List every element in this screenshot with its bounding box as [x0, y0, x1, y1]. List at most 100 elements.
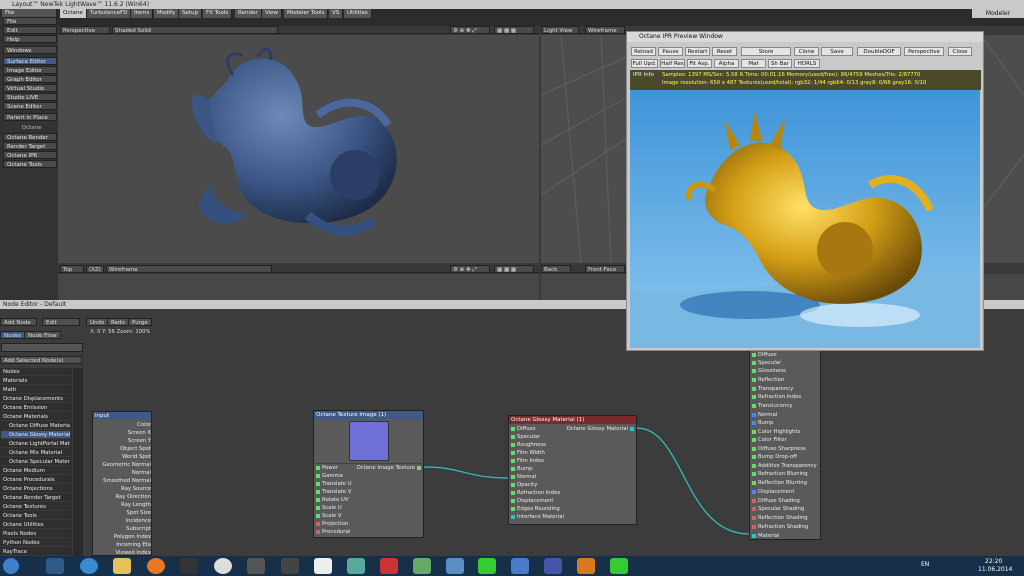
surface-editor-button[interactable]: Surface Editor	[3, 57, 57, 65]
half-res-button[interactable]: Half Res	[660, 59, 685, 68]
material-update-button[interactable]: Mat Upd	[741, 59, 766, 76]
lightwave-icon[interactable]	[544, 558, 562, 574]
tree-item[interactable]: Octane Glossy Material	[1, 431, 70, 439]
port-diffuse-shading[interactable]: Diffuse Shading	[750, 497, 800, 505]
tree-item[interactable]: Octane Projections	[1, 485, 70, 493]
tree-item[interactable]: Octane Specular Material	[1, 458, 70, 466]
app-icon[interactable]	[446, 558, 464, 574]
tree-item[interactable]: Pixels Nodes	[1, 530, 70, 538]
port-color-filter[interactable]: Color Filter	[750, 436, 787, 444]
reset-button[interactable]: Reset	[712, 47, 737, 56]
store-dropdown[interactable]: Store	[741, 47, 791, 56]
studio-live-button[interactable]: Studio LIVE	[3, 93, 57, 101]
octane-texture-image-node[interactable]: Octane Texture Image (1) Octane Image Te…	[313, 410, 424, 538]
tree-item[interactable]: Octane Render Target	[1, 494, 70, 502]
port-refraction-shading[interactable]: Refraction Shading	[750, 523, 808, 531]
port-scale-u[interactable]: Scale U	[314, 504, 342, 512]
menu-tab-view[interactable]: View	[262, 9, 283, 18]
port-label[interactable]: Screen Y	[128, 437, 151, 445]
clock-date[interactable]: 11.06.2014	[978, 566, 1012, 573]
dof-dropdown[interactable]: DoubleDOF	[857, 47, 901, 56]
shader-bar-button[interactable]: Sh Bar	[768, 59, 792, 68]
parent-in-place-button[interactable]: Parent in Place	[3, 113, 57, 121]
port-procedural[interactable]: Procedural	[314, 528, 350, 536]
redo-button[interactable]: Redo	[107, 318, 129, 326]
save-dropdown[interactable]: Save	[821, 47, 853, 56]
tree-item[interactable]: Octane Textures	[1, 503, 70, 511]
port-power[interactable]: Power	[314, 464, 338, 472]
octane-glossy-material-node[interactable]: Octane Glossy Material (1) Octane Glossy…	[508, 415, 637, 525]
add-node-dropdown[interactable]: Add Node	[0, 318, 37, 326]
port-bump[interactable]: Bump	[750, 419, 774, 427]
port-film-index[interactable]: Film Index	[509, 457, 544, 465]
menu-tab-setup[interactable]: Setup	[179, 9, 203, 18]
clock-time[interactable]: 22:20	[985, 558, 1002, 565]
port-color-highlights[interactable]: Color Highlights	[750, 428, 800, 436]
port-label[interactable]: Geometric Normal	[102, 461, 151, 469]
port-glossiness[interactable]: Glossiness	[750, 367, 786, 375]
port-reflection[interactable]: Reflection	[750, 376, 784, 384]
input-node[interactable]: Input Color Screen X Screen Y Object Spo…	[92, 411, 152, 556]
purge-button[interactable]: Purge	[128, 318, 152, 326]
menu-tab-modify[interactable]: Modify	[154, 9, 180, 18]
view-type-dropdown[interactable]: Perspective	[60, 26, 110, 34]
menu-tab-items[interactable]: Items	[131, 9, 154, 18]
menu-tab-fx-tools[interactable]: FX Tools	[203, 9, 233, 18]
port-specular-shading[interactable]: Specular Shading	[750, 505, 804, 513]
virtual-studio-button[interactable]: Virtual Studio	[3, 84, 57, 92]
modeler-switch-button[interactable]: Modeler	[972, 9, 1024, 18]
app-icon[interactable]	[380, 558, 398, 574]
port-label[interactable]: Ray Source	[121, 485, 151, 493]
menu-tab-modeler-tools[interactable]: Modeler Tools	[284, 9, 329, 18]
port-specular[interactable]: Specular	[750, 359, 781, 367]
add-selected-nodes-button[interactable]: Add Selected Node(s)	[0, 356, 82, 364]
port-refraction-blurring[interactable]: Refraction Blurring	[750, 470, 808, 478]
tree-item[interactable]: Octane Utilities	[1, 521, 70, 529]
port-scale-v[interactable]: Scale V	[314, 512, 342, 520]
language-indicator[interactable]: EN	[921, 561, 929, 568]
wireframe-dropdown[interactable]: Wireframe	[585, 26, 625, 34]
port-label[interactable]: Ray Direction	[115, 493, 151, 501]
port-normal[interactable]: Normal	[750, 411, 777, 419]
octane-icon[interactable]	[478, 558, 496, 574]
port-opacity[interactable]: Opacity	[509, 481, 537, 489]
edit-dropdown[interactable]: Edit	[42, 318, 80, 326]
viewport-top[interactable]	[58, 274, 539, 300]
port-label[interactable]: Object Spot	[120, 445, 151, 453]
tree-item[interactable]: Octane Emission	[1, 404, 70, 412]
app-icon[interactable]	[577, 558, 595, 574]
port-label[interactable]: Incoming Eta	[116, 541, 151, 549]
port-rotate-uv[interactable]: Rotate UV	[314, 496, 349, 504]
tree-item[interactable]: Octane Medium	[1, 467, 70, 475]
alpha-button[interactable]: Alpha	[714, 59, 739, 68]
viewport-controls[interactable]: ⚙ ⊕ ✥ ⤢	[450, 26, 490, 34]
image-editor-button[interactable]: Image Editor	[3, 66, 57, 74]
port-reflection-shading[interactable]: Reflection Shading	[750, 514, 808, 522]
port-label[interactable]: Ray Length	[121, 501, 151, 509]
port-label[interactable]: Normal	[132, 469, 151, 477]
viewport-perspective[interactable]	[58, 35, 539, 263]
port-roughness[interactable]: Roughness	[509, 441, 546, 449]
port-reflection-blurring[interactable]: Reflection Blurring	[750, 479, 807, 487]
port-diffuse-sharpness[interactable]: Diffuse Sharpness	[750, 445, 806, 453]
tree-item[interactable]: Python Nodes	[1, 539, 70, 547]
clone-button[interactable]: Clone	[794, 47, 819, 56]
front-face-dropdown[interactable]: Front Face	[585, 265, 625, 273]
full-update-button[interactable]: Full Upd.	[631, 59, 658, 68]
port-label[interactable]: Polygon Index	[114, 533, 151, 541]
port-projection[interactable]: Projection	[314, 520, 348, 528]
render-target-button[interactable]: Render Target	[3, 142, 57, 150]
light-view-dropdown[interactable]: Light View	[541, 26, 579, 34]
port-diffuse[interactable]: Diffuse	[750, 351, 777, 359]
port-label[interactable]: Screen X	[127, 429, 151, 437]
port-bump[interactable]: Bump	[509, 465, 533, 473]
graph-editor-button[interactable]: Graph Editor	[3, 75, 57, 83]
glossy-output-port[interactable]: Octane Glossy Material	[567, 425, 636, 433]
app-icon[interactable]	[347, 558, 365, 574]
port-label[interactable]: Spot Size	[126, 509, 151, 517]
menu-tab-turbulencefd[interactable]: TurbulenceFD	[87, 9, 132, 18]
port-specular[interactable]: Specular	[509, 433, 540, 441]
menu-tab-utilities[interactable]: Utilities	[344, 9, 372, 18]
tree-item[interactable]: Math	[1, 386, 70, 394]
port-film-width[interactable]: Film Width	[509, 449, 545, 457]
